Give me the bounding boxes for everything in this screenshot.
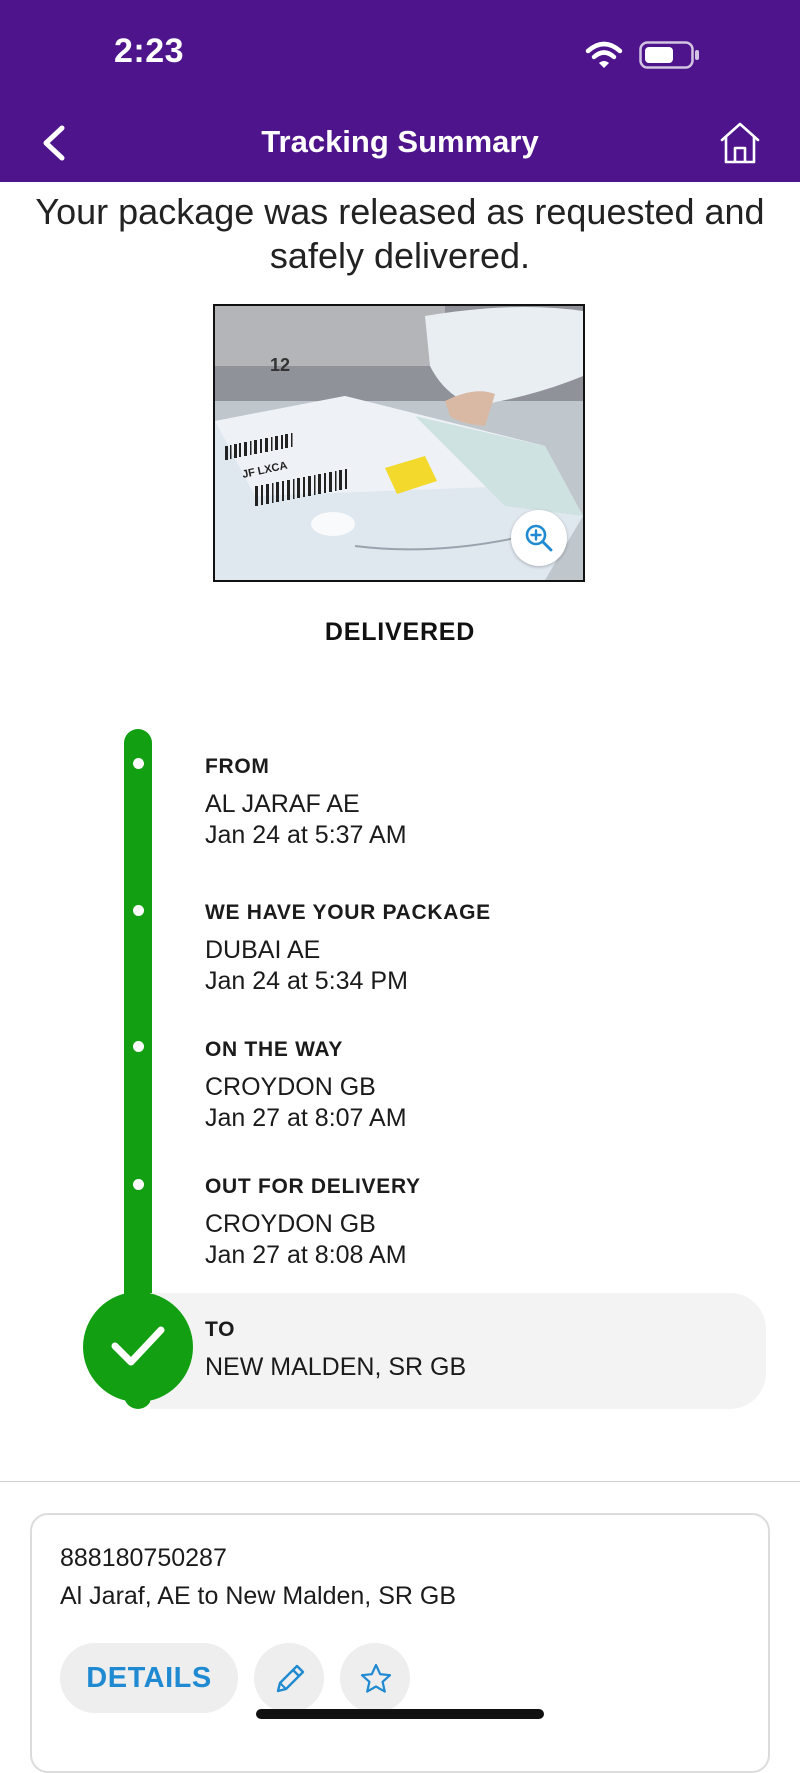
step-time: Jan 24 at 5:37 AM <box>205 821 407 849</box>
step-location: DUBAI AE <box>205 936 321 964</box>
zoom-photo-button[interactable] <box>511 510 567 566</box>
home-button[interactable] <box>716 118 764 168</box>
destination-info: TO NEW MALDEN, SR GB <box>205 1318 765 1383</box>
step-label: FROM <box>205 755 270 778</box>
pencil-icon <box>276 1664 305 1693</box>
timeline-step-out-for-delivery: OUT FOR DELIVERY CROYDON GB Jan 27 at 8:… <box>205 1175 765 1271</box>
timeline-step-picked-up: WE HAVE YOUR PACKAGE DUBAI AE Jan 24 at … <box>205 901 765 997</box>
zoom-in-icon <box>525 524 553 552</box>
details-button[interactable]: DETAILS <box>60 1643 238 1713</box>
step-location: NEW MALDEN, SR GB <box>205 1353 467 1381</box>
step-location: CROYDON GB <box>205 1073 376 1101</box>
tracking-number: 888180750287 <box>60 1544 227 1572</box>
status-bar: 2:23 <box>0 0 800 106</box>
nav-bar: Tracking Summary <box>0 106 800 182</box>
timeline-dot <box>133 1041 144 1052</box>
delivery-message: Your package was released as requested a… <box>35 191 765 276</box>
step-label: OUT FOR DELIVERY <box>205 1175 421 1198</box>
timeline-dot <box>133 1179 144 1190</box>
timeline-dot <box>133 905 144 916</box>
step-location: AL JARAF AE <box>205 790 360 818</box>
status-time: 2:23 <box>114 32 185 70</box>
star-icon <box>360 1663 392 1693</box>
svg-text:12: 12 <box>270 355 290 375</box>
edit-nickname-button[interactable] <box>254 1643 324 1713</box>
home-icon <box>720 122 760 164</box>
delivered-check <box>83 1292 193 1402</box>
timeline-step-from: FROM AL JARAF AE Jan 24 at 5:37 AM <box>205 755 765 851</box>
page-title: Tracking Summary <box>261 124 539 159</box>
status-icons <box>584 38 704 72</box>
step-label: WE HAVE YOUR PACKAGE <box>205 901 491 924</box>
battery-icon <box>639 41 699 69</box>
timeline-dot <box>133 758 144 769</box>
step-time: Jan 24 at 5:34 PM <box>205 967 408 995</box>
shipment-card: 888180750287 Al Jaraf, AE to New Malden,… <box>30 1513 770 1773</box>
favorite-button[interactable] <box>340 1643 410 1713</box>
checkmark-icon <box>111 1326 165 1366</box>
step-label: ON THE WAY <box>205 1038 344 1061</box>
step-time: Jan 27 at 8:07 AM <box>205 1104 407 1132</box>
step-time: Jan 27 at 8:08 AM <box>205 1241 407 1269</box>
home-indicator <box>256 1709 544 1719</box>
step-location: CROYDON GB <box>205 1210 376 1238</box>
timeline-step-on-the-way: ON THE WAY CROYDON GB Jan 27 at 8:07 AM <box>205 1038 765 1134</box>
shipment-route: Al Jaraf, AE to New Malden, SR GB <box>60 1582 456 1610</box>
step-label: TO <box>205 1318 236 1341</box>
wifi-icon <box>585 41 623 68</box>
status-label: DELIVERED <box>324 618 476 646</box>
section-divider <box>0 1481 800 1482</box>
